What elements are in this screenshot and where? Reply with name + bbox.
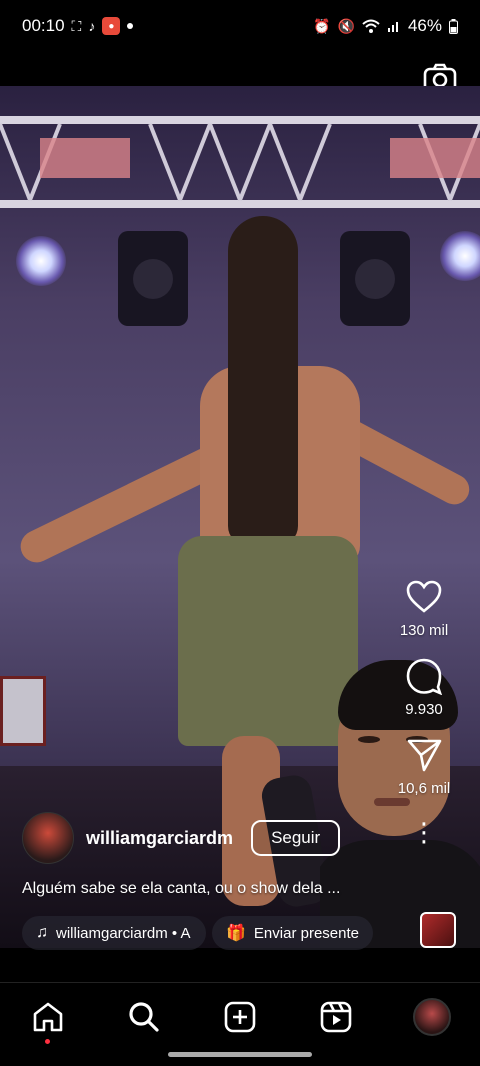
like-button[interactable]: 130 mil [400, 578, 448, 639]
status-bar: 00:10 ⛶ ♪ ● ⏰ 🔇 46% [0, 0, 480, 52]
home-icon [33, 1002, 63, 1032]
share-count: 10,6 mil [397, 780, 451, 797]
create-icon [224, 1001, 256, 1033]
battery-icon [449, 18, 458, 34]
alarm-icon: ⏰ [313, 17, 331, 34]
search-icon [129, 1002, 159, 1032]
chips-row: ♫ williamgarciardm • A 🎁 Enviar presente [22, 916, 373, 950]
mute-icon: 🔇 [337, 17, 355, 34]
signal-icon [387, 22, 398, 32]
gift-icon: 🎁 [226, 925, 246, 942]
reels-icon [320, 1001, 352, 1033]
notification-dot-icon [127, 23, 134, 29]
audio-thumbnail[interactable] [420, 912, 456, 948]
stage-light [16, 236, 66, 286]
nav-profile[interactable] [412, 997, 452, 1037]
stage-truss [0, 116, 480, 208]
follow-button[interactable]: Seguir [251, 820, 341, 856]
profile-avatar [413, 998, 451, 1036]
stage-light [440, 231, 480, 281]
nav-search[interactable] [124, 997, 164, 1037]
comment-icon [406, 658, 443, 695]
screen-capture-icon: ⛶ [71, 17, 82, 34]
like-count: 130 mil [399, 622, 449, 639]
battery-percent: 46% [407, 16, 442, 35]
action-column: 130 mil 9.930 10,6 mil ⋮ [384, 578, 464, 845]
audio-chip[interactable]: ♫ williamgarciardm • A [22, 916, 206, 950]
heart-icon [406, 580, 442, 613]
home-indicator[interactable] [168, 1052, 312, 1057]
comment-count: 9.930 [405, 701, 443, 718]
gift-label: Enviar presente [253, 924, 359, 942]
gift-chip[interactable]: 🎁 Enviar presente [212, 916, 373, 950]
tiktok-icon: ♪ [88, 18, 96, 34]
notification-dot [45, 1039, 50, 1044]
comment-button[interactable]: 9.930 [405, 657, 443, 718]
author-username[interactable]: williamgarciardm [86, 828, 233, 849]
wifi-icon [362, 19, 380, 33]
share-button[interactable]: 10,6 mil [397, 736, 451, 797]
author-avatar[interactable] [22, 812, 74, 864]
more-options-icon[interactable]: ⋮ [411, 819, 437, 845]
nav-reels[interactable] [316, 997, 356, 1037]
reel-caption[interactable]: Alguém sabe se ela canta, ou o show dela… [22, 880, 340, 898]
status-time: 00:10 [22, 16, 65, 35]
app-notification-icon: ● [102, 17, 121, 35]
nav-create[interactable] [220, 997, 260, 1037]
send-icon [407, 739, 442, 772]
audio-label: williamgarciardm • A [56, 924, 191, 942]
nav-home[interactable] [28, 997, 68, 1044]
music-note-icon: ♫ [36, 924, 48, 941]
stage-equipment [0, 676, 46, 746]
author-row: williamgarciardm Seguir [22, 812, 341, 864]
